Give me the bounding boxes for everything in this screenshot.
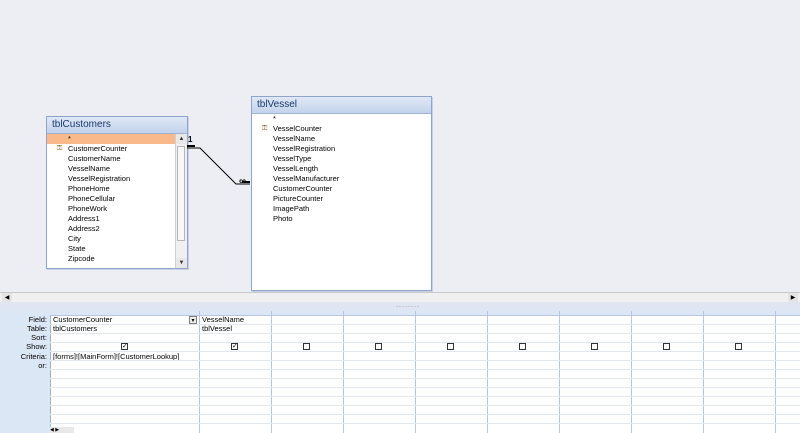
grid-cell-table[interactable]	[487, 324, 559, 333]
grid-row-label: Table:	[26, 324, 47, 333]
grid-cell-field[interactable]	[775, 315, 800, 324]
grid-row-label: Field:	[28, 315, 47, 324]
grid-cell-table[interactable]	[775, 324, 800, 333]
show-checkbox[interactable]	[735, 343, 742, 350]
grid-cell-sort[interactable]	[199, 333, 271, 342]
grid-cell-field[interactable]	[415, 315, 487, 324]
grid-cell-sort[interactable]	[50, 333, 199, 342]
show-checkbox[interactable]	[663, 343, 670, 350]
show-checkbox[interactable]	[447, 343, 454, 350]
grid-row-line	[50, 351, 800, 352]
show-checkbox[interactable]	[519, 343, 526, 350]
grid-cell-table[interactable]	[271, 324, 343, 333]
grid-row-label: or:	[38, 361, 47, 370]
grid-cell-table[interactable]	[631, 324, 703, 333]
grid-cell-field[interactable]	[559, 315, 631, 324]
design-grid: Field: Table: Sort: Show: Criteria: or: Custo…	[0, 311, 800, 433]
grid-cell-table[interactable]: tblVessel	[199, 324, 271, 333]
grid-cell-sort[interactable]	[631, 333, 703, 342]
show-checkbox[interactable]	[375, 343, 382, 350]
relationship-one-label: 1	[188, 135, 193, 144]
grid-cell-table[interactable]	[703, 324, 775, 333]
grid-cell-field[interactable]	[343, 315, 415, 324]
grid-cell-sort[interactable]	[703, 333, 775, 342]
show-checkbox[interactable]: ✓	[231, 343, 238, 350]
grid-row-line	[50, 369, 800, 370]
grid-row-line	[50, 360, 800, 361]
grid-cell-field[interactable]	[487, 315, 559, 324]
relationship-line[interactable]	[0, 0, 800, 292]
grid-row-line	[50, 324, 800, 325]
grid-row-line	[50, 387, 800, 388]
grid-cell-field[interactable]	[271, 315, 343, 324]
grid-row-label: Sort:	[31, 333, 47, 342]
grid-row-line	[50, 378, 800, 379]
grid-cell-table[interactable]: tblCustomers	[50, 324, 199, 333]
grid-row-label: Criteria:	[20, 352, 47, 361]
grid-cell-field[interactable]: CustomerCounter	[50, 315, 199, 324]
grid-cell-sort[interactable]	[775, 333, 800, 342]
splitter-grip-icon[interactable]: ········	[396, 304, 420, 310]
grid-row-line	[50, 396, 800, 397]
relationship-many-label: ∞	[239, 176, 247, 187]
show-checkbox[interactable]	[591, 343, 598, 350]
grid-row-line	[50, 423, 800, 424]
grid-cell-sort[interactable]	[271, 333, 343, 342]
grid-cell-field[interactable]: VesselName	[199, 315, 271, 324]
grid-cell-table[interactable]	[559, 324, 631, 333]
grid-cell-field[interactable]	[631, 315, 703, 324]
show-checkbox[interactable]: ✓	[121, 343, 128, 350]
grid-cell-field[interactable]	[703, 315, 775, 324]
grid-row-header: Field: Table: Sort: Show: Criteria: or:	[0, 311, 51, 433]
grid-scroll-left-icon[interactable]: ◀ ▶	[50, 427, 74, 433]
grid-cell-sort[interactable]	[415, 333, 487, 342]
grid-cell-table[interactable]	[415, 324, 487, 333]
query-design-pane: tblCustomers * ⚿ CustomerCounter CustomerNa…	[0, 0, 800, 292]
grid-cell-sort[interactable]	[559, 333, 631, 342]
show-checkbox[interactable]	[303, 343, 310, 350]
grid-row-line	[50, 333, 800, 334]
grid-row-line	[50, 342, 800, 343]
grid-cell-sort[interactable]	[487, 333, 559, 342]
field-dropdown-icon[interactable]: ▾	[189, 316, 197, 324]
grid-row-line	[50, 405, 800, 406]
grid-cell-sort[interactable]	[343, 333, 415, 342]
grid-row-label: Show:	[26, 342, 47, 351]
grid-row-line	[50, 414, 800, 415]
grid-cell-table[interactable]	[343, 324, 415, 333]
